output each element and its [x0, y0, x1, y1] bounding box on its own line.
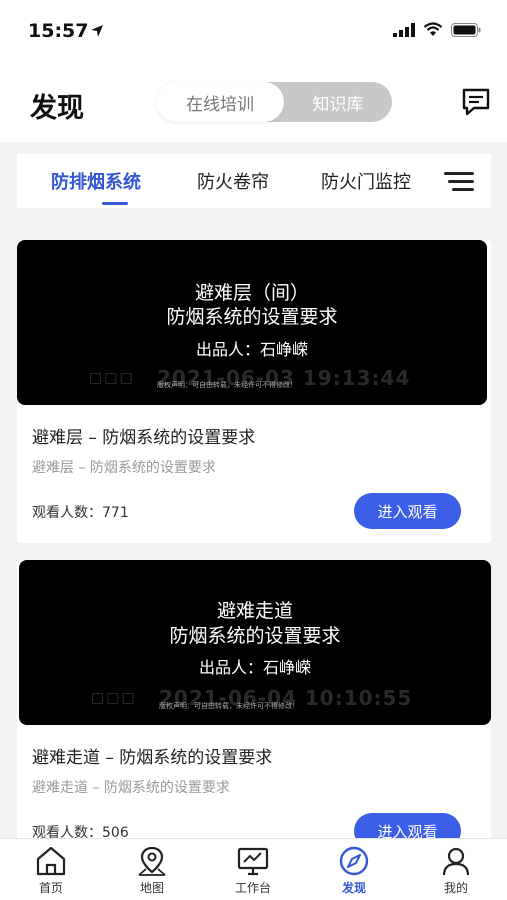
segment-control: 在线培训 知识库: [156, 82, 392, 122]
compass-icon: [339, 846, 369, 876]
card-subtitle: 避难走道 – 防烟系统的设置要求: [32, 780, 230, 796]
cellular-signal-icon: [393, 22, 415, 37]
bottom-tab-bar: 首页 地图 工作台 发现 我的: [0, 838, 507, 900]
tab-smoke-control[interactable]: 防排烟系统: [51, 168, 141, 194]
message-icon[interactable]: [460, 86, 492, 118]
card-title: 避难层 – 防烟系统的设置要求: [32, 428, 256, 448]
video-thumbnail[interactable]: 避难走道 防烟系统的设置要求 出品人：石峥嵘 □□□ 2021-06-04 10…: [19, 560, 491, 725]
thumbnail-watermark-boxes: □□□: [89, 370, 135, 386]
page-header: 发现 在线培训 知识库: [0, 64, 507, 142]
tab-fire-door-monitor[interactable]: 防火门监控: [321, 168, 411, 194]
video-thumbnail[interactable]: 避难层（间） 防烟系统的设置要求 出品人：石峥嵘 □□□ 2021-06-03 …: [17, 240, 487, 405]
segment-online-training[interactable]: 在线培训: [156, 82, 284, 122]
status-bar: 15:57: [0, 0, 507, 64]
battery-icon: [451, 22, 481, 37]
page-title: 发现: [30, 93, 84, 124]
category-menu-icon[interactable]: [444, 170, 476, 194]
thumbnail-author: 出品人：石峥嵘: [198, 658, 311, 677]
monitor-chart-icon: [237, 847, 269, 876]
thumbnail-title-line1: 避难走道: [216, 600, 293, 622]
tabbar-label: 地图: [139, 881, 164, 895]
category-tabs: 防排烟系统 防火卷帘 防火门监控: [17, 154, 491, 208]
tab-fire-shutter[interactable]: 防火卷帘: [197, 168, 269, 194]
view-count: 观看人数：771: [32, 505, 129, 521]
active-tab-indicator: [102, 202, 128, 205]
thumbnail-author: 出品人：石峥嵘: [195, 340, 308, 359]
tabbar-item-home[interactable]: 首页: [16, 845, 86, 896]
segment-knowledge-base[interactable]: 知识库: [284, 82, 392, 122]
map-pin-icon: [138, 846, 166, 876]
wifi-icon: [423, 22, 443, 36]
tabbar-item-workbench[interactable]: 工作台: [218, 845, 288, 896]
video-card[interactable]: 避难走道 防烟系统的设置要求 出品人：石峥嵘 □□□ 2021-06-04 10…: [17, 560, 491, 850]
location-arrow-icon: [91, 25, 103, 37]
thumbnail-copyright-note: 版权声明：可自由转载，未经许可不得修改！: [159, 702, 299, 710]
user-icon: [442, 847, 470, 876]
tabbar-item-map[interactable]: 地图: [117, 845, 187, 896]
tabbar-label: 我的: [443, 881, 468, 895]
tabbar-label: 发现: [341, 881, 366, 895]
card-subtitle: 避难层 – 防烟系统的设置要求: [32, 460, 216, 476]
tabbar-label: 首页: [38, 881, 63, 895]
status-time: 15:57: [28, 20, 89, 42]
tabbar-item-discover[interactable]: 发现: [319, 845, 389, 896]
thumbnail-title-line2: 防烟系统的设置要求: [166, 306, 338, 328]
watch-button[interactable]: 进入观看: [354, 493, 461, 529]
card-title: 避难走道 – 防烟系统的设置要求: [32, 748, 273, 768]
tabbar-label: 工作台: [234, 881, 271, 895]
thumbnail-copyright-note: 版权声明：可自由转载，未经许可不得修改！: [157, 381, 297, 389]
video-card[interactable]: 避难层（间） 防烟系统的设置要求 出品人：石峥嵘 □□□ 2021-06-03 …: [17, 240, 491, 543]
home-icon: [36, 846, 66, 876]
thumbnail-title-line1: 避难层（间）: [194, 282, 309, 304]
tabbar-item-mine[interactable]: 我的: [421, 845, 491, 896]
thumbnail-watermark-boxes: □□□: [91, 690, 137, 706]
thumbnail-title-line2: 防烟系统的设置要求: [169, 625, 341, 647]
